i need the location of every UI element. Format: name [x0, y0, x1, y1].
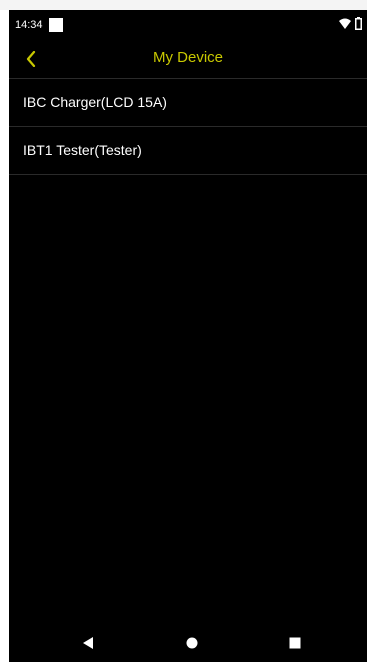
page-title: My Device [152, 49, 223, 66]
notification-square-icon [49, 18, 63, 32]
chevron-left-icon [26, 51, 36, 67]
app-header: My Device [9, 40, 367, 79]
nav-recents-button[interactable] [282, 630, 308, 656]
battery-icon [355, 17, 362, 30]
device-label: IBC Charger(LCD 15A) [23, 94, 167, 110]
top-strip [0, 0, 367, 10]
device-item-ibt1-tester[interactable]: IBT1 Tester(Tester) [9, 127, 367, 175]
nav-back-button[interactable] [75, 630, 101, 656]
nav-back-icon [83, 637, 93, 649]
status-bar: 14:34 [9, 10, 367, 40]
phone-screen: 14:34 My Device IBC Charger(LCD 15A) IBT… [9, 10, 367, 662]
status-time: 14:34 [15, 19, 43, 31]
device-list: IBC Charger(LCD 15A) IBT1 Tester(Tester) [9, 79, 367, 175]
device-item-ibc-charger[interactable]: IBC Charger(LCD 15A) [9, 79, 367, 127]
back-button[interactable] [21, 44, 47, 74]
device-label: IBT1 Tester(Tester) [23, 142, 142, 158]
wifi-icon [339, 18, 351, 30]
nav-recents-icon [289, 637, 301, 649]
nav-home-button[interactable] [179, 630, 205, 656]
nav-home-icon [186, 637, 198, 649]
navigation-bar [9, 622, 367, 662]
